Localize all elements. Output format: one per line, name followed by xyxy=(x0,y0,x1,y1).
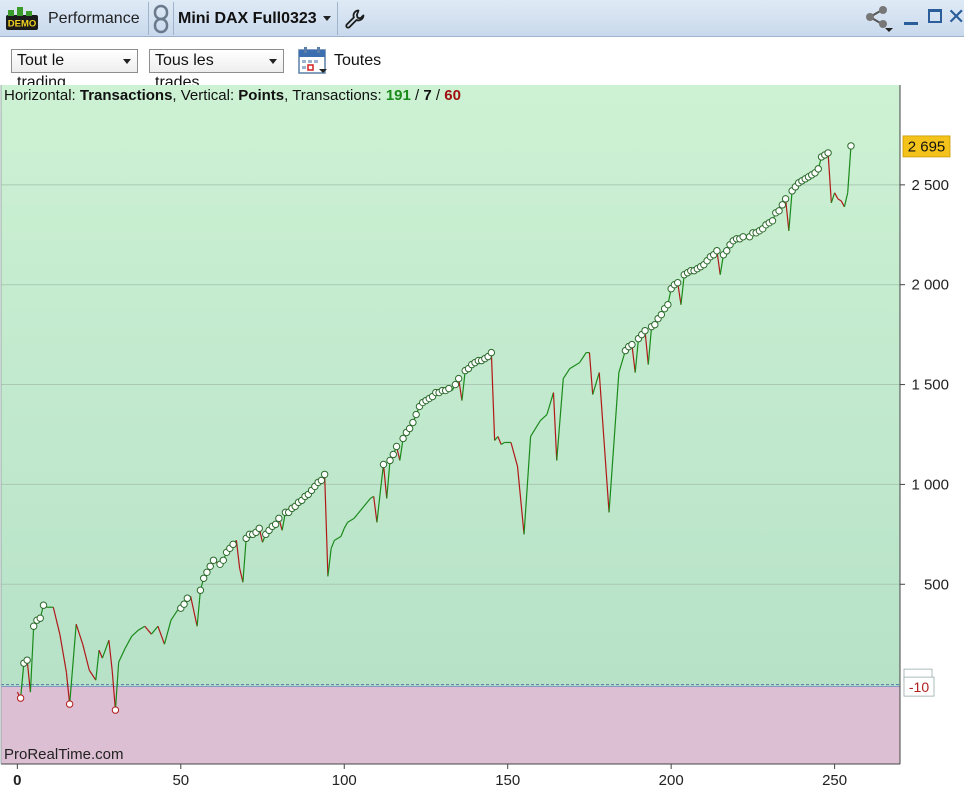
wrench-icon[interactable] xyxy=(344,8,366,30)
calendar-icon[interactable] xyxy=(297,45,329,77)
new-high-marker xyxy=(739,233,747,241)
new-high-marker xyxy=(392,442,401,451)
new-high-marker xyxy=(206,562,214,570)
vertical-prefix: , Vertical: xyxy=(172,87,239,104)
new-low-marker xyxy=(16,694,25,702)
new-high-marker xyxy=(847,142,855,150)
new-high-marker xyxy=(664,300,672,309)
new-high-marker xyxy=(183,594,192,602)
new-high-marker xyxy=(275,514,283,523)
new-high-marker xyxy=(641,326,649,335)
x-tick-label: 0 xyxy=(13,772,21,789)
new-high-marker xyxy=(386,456,394,465)
chain-link-icon[interactable] xyxy=(152,4,170,34)
horizontal-value: Transactions xyxy=(79,87,173,104)
new-high-marker xyxy=(412,410,420,419)
period-label[interactable]: Toutes xyxy=(334,52,381,70)
new-high-marker xyxy=(271,520,280,529)
chart-info-line: Horizontal: Transactions, Vertical: Poin… xyxy=(4,87,461,104)
transactions-prefix: , Transactions: xyxy=(284,87,386,104)
new-high-marker xyxy=(445,384,453,393)
new-high-marker xyxy=(399,434,407,443)
new-high-marker xyxy=(23,656,31,664)
new-high-marker xyxy=(29,622,38,630)
neutral-trades-count: 7 xyxy=(423,87,432,104)
new-high-marker xyxy=(778,201,787,209)
y-tick-label: 500 xyxy=(924,576,949,593)
new-high-marker xyxy=(723,247,731,255)
vertical-value: Points xyxy=(238,87,285,104)
new-high-marker xyxy=(219,556,227,564)
count-separator: / xyxy=(410,87,424,104)
new-high-marker xyxy=(379,460,388,469)
close-icon[interactable]: ✕ xyxy=(947,6,964,28)
equity-curve-chart[interactable]: 500 1 000 1 500 2 000 2 500 0 50 100 150 200 250 2 … xyxy=(0,85,964,791)
maximize-icon[interactable] xyxy=(928,9,942,23)
new-high-marker xyxy=(454,374,463,383)
horizontal-prefix: Horizontal: xyxy=(4,87,80,104)
window-title-bar: DEMO Performance Mini DAX Full0323 ✕ xyxy=(0,0,964,37)
new-high-marker xyxy=(209,556,218,564)
new-high-marker xyxy=(824,149,832,157)
trades-filter-dropdown[interactable]: Tous les trades xyxy=(149,49,284,91)
x-tick-label: 150 xyxy=(495,772,520,789)
new-high-marker xyxy=(389,450,397,459)
title-separator xyxy=(173,2,174,35)
new-high-marker xyxy=(781,195,790,203)
new-high-marker xyxy=(674,279,682,287)
new-low-marker xyxy=(111,706,120,714)
demo-badge-icon: DEMO xyxy=(6,7,38,30)
y-tick-label: 2 500 xyxy=(911,177,949,194)
y-tick-label: 2 000 xyxy=(911,277,949,294)
new-high-marker xyxy=(196,586,205,594)
x-tick-label: 50 xyxy=(172,772,189,789)
x-tick-label: 200 xyxy=(659,772,684,789)
chart-canvas[interactable]: 500 1 000 1 500 2 000 2 500 0 50 100 150 200 250 2 … xyxy=(0,85,964,791)
count-separator: / xyxy=(431,87,445,104)
new-high-marker xyxy=(203,568,211,576)
winning-trades-count: 191 xyxy=(385,87,411,104)
last-value-label: 2 695 xyxy=(908,138,946,155)
y-tick-label: 1 000 xyxy=(911,476,949,493)
new-high-marker xyxy=(255,524,263,533)
y-tick-label: 1 500 xyxy=(911,377,949,394)
instrument-selector[interactable]: Mini DAX Full0323 xyxy=(178,0,317,37)
new-high-marker xyxy=(651,320,659,329)
scope-dropdown[interactable]: Tout le trading xyxy=(11,49,138,91)
new-high-marker xyxy=(317,476,326,485)
toolbar: Tout le trading Tous les trades Toutes xyxy=(0,38,964,91)
new-high-marker xyxy=(409,418,417,427)
new-high-marker xyxy=(405,424,414,433)
chevron-down-icon xyxy=(123,59,131,64)
new-high-marker xyxy=(36,614,44,622)
negative-zone xyxy=(1,686,900,764)
chevron-down-icon[interactable] xyxy=(323,16,331,21)
demo-badge-text: DEMO xyxy=(8,19,37,30)
title-separator xyxy=(148,2,149,35)
reference-value-label: -10 xyxy=(909,679,929,695)
new-high-marker xyxy=(487,348,496,357)
watermark: ProRealTime.com xyxy=(4,746,124,763)
losing-trades-count: 60 xyxy=(444,87,461,104)
new-high-marker xyxy=(713,247,721,255)
new-high-marker xyxy=(768,217,777,225)
chevron-down-icon xyxy=(269,59,277,64)
new-high-marker xyxy=(180,600,188,608)
section-title[interactable]: Performance xyxy=(48,0,140,37)
new-high-marker xyxy=(657,310,666,319)
new-low-marker xyxy=(65,700,74,708)
new-high-marker xyxy=(775,207,783,215)
x-tick-label: 100 xyxy=(332,772,357,789)
new-high-marker xyxy=(199,574,208,582)
new-high-marker xyxy=(39,601,48,609)
new-high-marker xyxy=(229,540,237,549)
new-high-marker xyxy=(451,380,460,389)
new-high-marker xyxy=(320,470,329,479)
new-high-marker xyxy=(814,165,822,173)
title-separator xyxy=(337,2,338,35)
new-high-marker xyxy=(628,340,636,349)
share-icon[interactable] xyxy=(864,5,894,33)
x-tick-label: 250 xyxy=(822,772,847,789)
minimize-icon[interactable] xyxy=(904,22,918,25)
